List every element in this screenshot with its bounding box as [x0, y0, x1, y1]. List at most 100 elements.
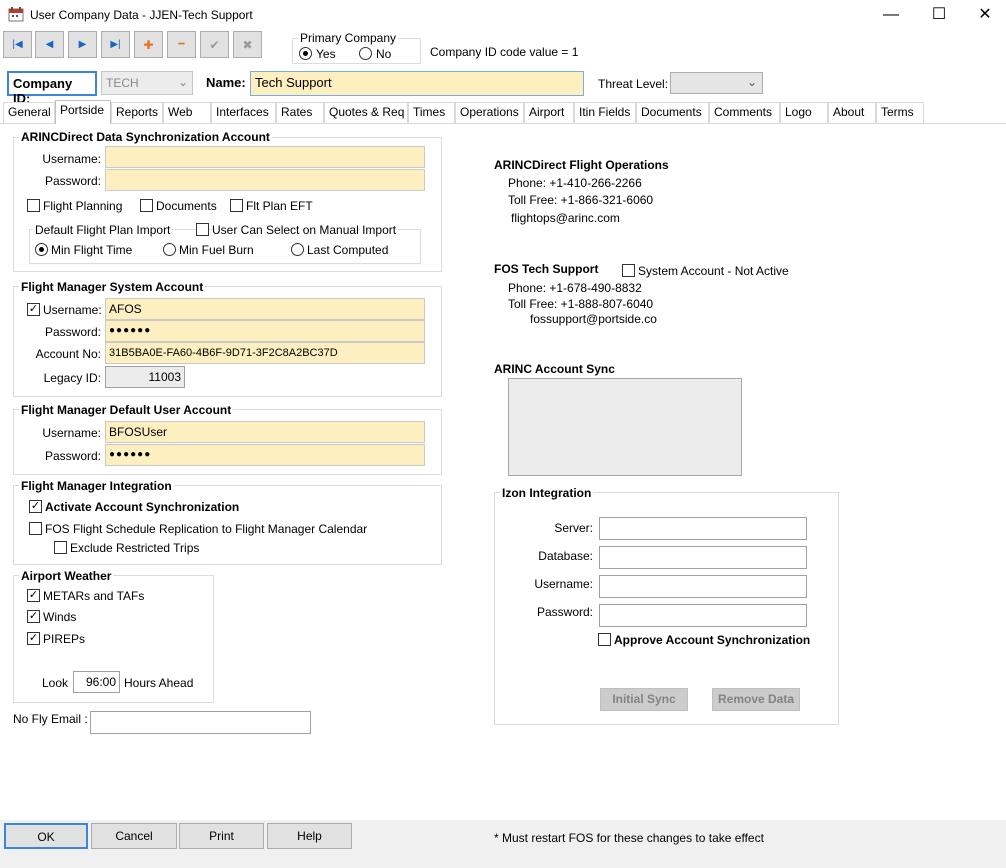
fm-integration-title: Flight Manager Integration: [19, 479, 174, 493]
fm-password-input[interactable]: ●●●●●●: [105, 320, 425, 342]
metars-label: METARs and TAFs: [43, 589, 145, 603]
no-fly-email-label: No Fly Email :: [13, 712, 88, 726]
name-input[interactable]: Tech Support: [250, 71, 584, 96]
min-fuel-burn-label: Min Fuel Burn: [179, 243, 254, 257]
fos-support-title: FOS Tech Support: [494, 262, 599, 276]
account-no-label: Account No:: [35, 347, 101, 361]
chevron-down-icon: ⌄: [177, 75, 188, 89]
tab-times[interactable]: Times: [408, 102, 455, 123]
weather-title: Airport Weather: [19, 569, 114, 583]
remove-data-button[interactable]: Remove Data: [712, 688, 800, 711]
legacy-id-input: 11003: [105, 366, 185, 388]
first-record-button[interactable]: |◀: [3, 31, 32, 58]
last-computed-radio[interactable]: [291, 243, 304, 256]
min-flight-time-label: Min Flight Time: [51, 243, 133, 257]
arinc-password-input[interactable]: [105, 169, 425, 191]
documents-label: Documents: [156, 199, 217, 213]
next-record-button[interactable]: ▶: [68, 31, 97, 58]
threat-level-select[interactable]: ⌄: [670, 72, 763, 94]
fm-username-input[interactable]: AFOS: [105, 298, 425, 320]
tab-operations[interactable]: Operations: [455, 102, 524, 123]
arinc-account-sync-title: ARINC Account Sync: [494, 362, 615, 376]
system-account-label: System Account - Not Active: [638, 264, 789, 278]
prev-record-icon: ◀: [45, 39, 54, 50]
fm-default-password-input[interactable]: ●●●●●●: [105, 444, 425, 466]
izon-username-input[interactable]: [599, 575, 807, 598]
account-no-input[interactable]: 31B5BA0E-FA60-4B6F-9D71-3F2C8A2BC37D: [105, 342, 425, 364]
fm-default-username-input[interactable]: BFOSUser: [105, 421, 425, 443]
threat-level-label: Threat Level:: [598, 77, 669, 91]
tab-itin-fields[interactable]: Itin Fields: [574, 102, 636, 123]
tab-rates[interactable]: Rates: [276, 102, 324, 123]
title-bar: User Company Data - JJEN-Tech Support — …: [0, 0, 1006, 30]
window-title: User Company Data - JJEN-Tech Support: [30, 8, 253, 22]
name-label: Name:: [206, 75, 246, 90]
system-account-checkbox[interactable]: [622, 264, 635, 277]
look-hours-input[interactable]: 96:00: [73, 671, 120, 693]
no-fly-email-input[interactable]: [90, 711, 311, 734]
tab-comments[interactable]: Comments: [709, 102, 780, 123]
replication-checkbox[interactable]: [29, 522, 42, 535]
prev-record-button[interactable]: ◀: [35, 31, 64, 58]
tab-quotes-req[interactable]: Quotes & Req: [324, 102, 408, 123]
company-id-value: TECH: [106, 76, 139, 90]
default-import-label: Default Flight Plan Import: [33, 223, 173, 237]
tab-documents[interactable]: Documents: [636, 102, 709, 123]
izon-username-label: Username:: [534, 577, 593, 591]
tab-portside[interactable]: Portside: [55, 100, 111, 124]
fm-username-checkbox[interactable]: ✓: [27, 303, 40, 316]
delete-record-button[interactable]: ━: [167, 31, 196, 58]
flight-ops-email: flightops@arinc.com: [511, 211, 620, 225]
user-can-select-checkbox[interactable]: [196, 223, 209, 236]
arinc-sync-title: ARINCDirect Data Synchronization Account: [19, 130, 272, 144]
help-button[interactable]: Help: [267, 823, 352, 849]
izon-server-input[interactable]: [599, 517, 807, 540]
checkmark-icon: ✔: [209, 37, 220, 52]
tab-interfaces[interactable]: Interfaces: [211, 102, 276, 123]
tab-logo[interactable]: Logo: [780, 102, 828, 123]
chevron-down-icon: ⌄: [746, 75, 757, 89]
tab-airport[interactable]: Airport: [524, 102, 574, 123]
approve-sync-checkbox[interactable]: [598, 633, 611, 646]
izon-password-label: Password:: [536, 605, 593, 619]
initial-sync-button[interactable]: Initial Sync: [600, 688, 688, 711]
tab-about[interactable]: About: [828, 102, 876, 123]
min-flight-time-radio[interactable]: [35, 243, 48, 256]
activate-sync-checkbox[interactable]: ✓: [29, 500, 42, 513]
company-id-select[interactable]: TECH ⌄: [101, 71, 193, 95]
winds-label: Winds: [43, 610, 77, 624]
metars-checkbox[interactable]: ✓: [27, 589, 40, 602]
add-record-button[interactable]: ✚: [134, 31, 163, 58]
pireps-checkbox[interactable]: ✓: [27, 632, 40, 645]
fm-username-label: Username:: [43, 303, 102, 317]
activate-sync-label: Activate Account Synchronization: [45, 500, 240, 514]
izon-database-input[interactable]: [599, 546, 807, 569]
primary-no-radio[interactable]: [359, 47, 372, 60]
winds-checkbox[interactable]: ✓: [27, 610, 40, 623]
ok-button[interactable]: OK: [4, 823, 88, 849]
exclude-restricted-checkbox[interactable]: [54, 541, 67, 554]
minimize-button[interactable]: —: [868, 0, 914, 30]
documents-checkbox[interactable]: [140, 199, 153, 212]
close-button[interactable]: ✕: [962, 0, 1006, 30]
min-fuel-burn-radio[interactable]: [163, 243, 176, 256]
fm-default-username-label: Username:: [42, 426, 101, 440]
fm-system-title: Flight Manager System Account: [19, 280, 206, 294]
izon-password-input[interactable]: [599, 604, 807, 627]
flight-planning-checkbox[interactable]: [27, 199, 40, 212]
arinc-username-input[interactable]: [105, 146, 425, 168]
tab-reports[interactable]: Reports: [111, 102, 163, 123]
tab-web[interactable]: Web: [163, 102, 211, 123]
maximize-button[interactable]: ☐: [916, 0, 962, 30]
app-calendar-icon: [8, 6, 24, 22]
primary-yes-radio[interactable]: [299, 47, 312, 60]
flt-plan-eft-checkbox[interactable]: [230, 199, 243, 212]
tab-general[interactable]: General: [3, 102, 55, 123]
print-button[interactable]: Print: [179, 823, 264, 849]
cancel-record-button[interactable]: ✖: [233, 31, 262, 58]
cancel-button[interactable]: Cancel: [91, 823, 177, 849]
restart-note: * Must restart FOS for these changes to …: [494, 831, 764, 845]
save-record-button[interactable]: ✔: [200, 31, 229, 58]
last-record-button[interactable]: ▶|: [101, 31, 130, 58]
tab-terms[interactable]: Terms: [876, 102, 924, 123]
